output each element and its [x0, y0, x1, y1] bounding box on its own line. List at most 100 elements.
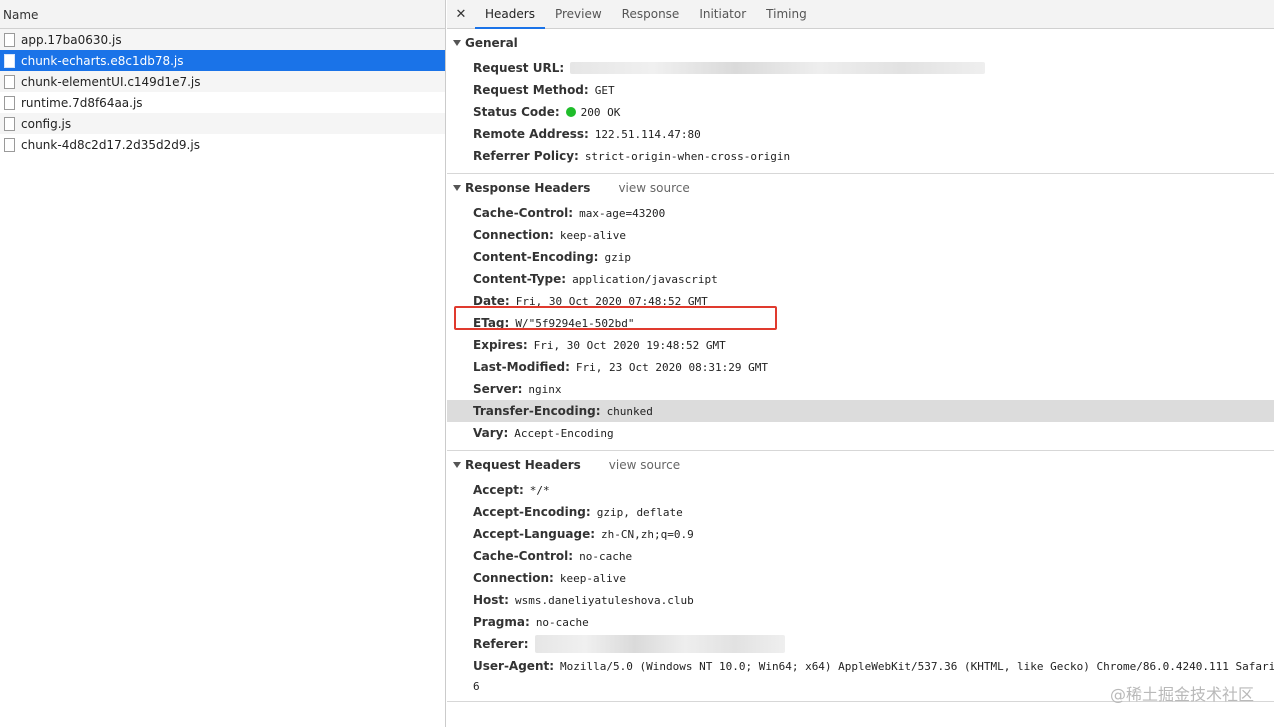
file-icon — [4, 74, 15, 89]
section-title: General — [465, 36, 518, 50]
header-row: Cache-Control: max-age=43200 — [447, 202, 1274, 224]
tab-response[interactable]: Response — [612, 0, 690, 28]
header-row: Connection: keep-alive — [447, 224, 1274, 246]
file-row[interactable]: chunk-elementUI.c149d1e7.js — [0, 71, 445, 92]
header-value: Fri, 30 Oct 2020 07:48:52 GMT — [515, 294, 708, 308]
file-icon — [4, 116, 15, 131]
header-key: Request URL: — [473, 61, 565, 75]
header-value: strict-origin-when-cross-origin — [584, 149, 791, 163]
header-key: Cache-Control: — [473, 206, 574, 220]
header-key: Date: — [473, 294, 510, 308]
header-row: Remote Address: 122.51.114.47:80 — [447, 123, 1274, 145]
response-headers-toggle[interactable]: Response Headers view source — [447, 174, 1274, 202]
blurred-referer — [534, 635, 785, 653]
watermark: @稀土掘金技术社区 — [1109, 685, 1254, 704]
file-row[interactable]: runtime.7d8f64aa.js — [0, 92, 445, 113]
view-source-link[interactable]: view source — [618, 181, 689, 195]
header-key: Connection: — [473, 571, 554, 585]
header-row: Connection: keep-alive — [447, 567, 1274, 589]
section-title: Response Headers — [465, 181, 591, 195]
tab-initiator[interactable]: Initiator — [689, 0, 756, 28]
header-value: max-age=43200 — [579, 206, 666, 220]
header-row: Vary: Accept-Encoding — [447, 422, 1274, 444]
tab-timing[interactable]: Timing — [756, 0, 817, 28]
header-row: Last-Modified: Fri, 23 Oct 2020 08:31:29 … — [447, 356, 1274, 378]
header-value: 6 — [473, 679, 480, 693]
header-key: Transfer-Encoding: — [473, 404, 601, 418]
blurred-url — [570, 62, 986, 74]
header-key: Last-Modified: — [473, 360, 570, 374]
file-name: chunk-4d8c2d17.2d35d2d9.js — [21, 137, 200, 152]
header-key: ETag: — [473, 316, 510, 330]
header-key: Referer: — [473, 637, 529, 651]
file-name: app.17ba0630.js — [21, 32, 122, 47]
header-row-hover: Transfer-Encoding: chunked — [447, 400, 1274, 422]
file-name: runtime.7d8f64aa.js — [21, 95, 143, 110]
header-row-etag: ETag: W/"5f9294e1-502bd" — [447, 312, 1274, 334]
file-name: chunk-elementUI.c149d1e7.js — [21, 74, 201, 89]
file-row[interactable]: app.17ba0630.js — [0, 29, 445, 50]
name-column-header[interactable]: Name — [0, 0, 445, 29]
header-key: Accept: — [473, 483, 524, 497]
header-row: Content-Encoding: gzip — [447, 246, 1274, 268]
status-ok-icon — [565, 107, 576, 117]
header-key: Expires: — [473, 338, 528, 352]
headers-detail-panel: ✕ Headers Preview Response Initiator Tim… — [447, 0, 1274, 727]
header-key: User-Agent: — [473, 659, 555, 673]
header-row: Request Method: GET — [447, 79, 1274, 101]
file-icon — [4, 53, 15, 68]
header-value: Fri, 23 Oct 2020 08:31:29 GMT — [575, 360, 768, 374]
header-value: keep-alive — [559, 571, 627, 585]
header-value: no-cache — [535, 615, 589, 629]
close-icon[interactable]: ✕ — [447, 0, 475, 28]
header-row: Accept-Encoding: gzip, deflate — [447, 501, 1274, 523]
triangle-down-icon — [453, 185, 461, 191]
file-name: chunk-echarts.e8c1db78.js — [21, 53, 184, 68]
header-value: W/"5f9294e1-502bd" — [515, 316, 635, 330]
header-row: Status Code: 200 OK — [447, 101, 1274, 123]
header-value: nginx — [528, 382, 562, 396]
header-key: Cache-Control: — [473, 549, 574, 563]
section-title: Request Headers — [465, 458, 581, 472]
header-key: Pragma: — [473, 615, 530, 629]
file-name: config.js — [21, 116, 72, 131]
header-row: Expires: Fri, 30 Oct 2020 19:48:52 GMT — [447, 334, 1274, 356]
header-value: chunked — [606, 404, 653, 418]
header-value: gzip, deflate — [596, 505, 683, 519]
general-section: General Request URL: Request Method: GET… — [447, 29, 1274, 174]
request-headers-section: Request Headers view source Accept: */* A… — [447, 451, 1274, 702]
file-row-selected[interactable]: chunk-echarts.e8c1db78.js — [0, 50, 445, 71]
header-key: Connection: — [473, 228, 554, 242]
general-section-toggle[interactable]: General — [447, 29, 1274, 57]
triangle-down-icon — [453, 40, 461, 46]
header-key: Accept-Encoding: — [473, 505, 591, 519]
header-row: Content-Type: application/javascript — [447, 268, 1274, 290]
header-value: keep-alive — [559, 228, 627, 242]
header-key: Referrer Policy: — [473, 149, 579, 163]
header-row: Cache-Control: no-cache — [447, 545, 1274, 567]
header-key: Request Method: — [473, 83, 589, 97]
header-value: application/javascript — [572, 272, 718, 286]
header-row: Request URL: — [447, 57, 1274, 79]
request-headers-toggle[interactable]: Request Headers view source — [447, 451, 1274, 479]
tab-preview[interactable]: Preview — [545, 0, 612, 28]
header-row: Host: wsms.daneliyatuleshova.club — [447, 589, 1274, 611]
header-value: no-cache — [579, 549, 633, 563]
header-key: Content-Type: — [473, 272, 567, 286]
view-source-link[interactable]: view source — [609, 458, 680, 472]
header-row: Server: nginx — [447, 378, 1274, 400]
header-key: Accept-Language: — [473, 527, 596, 541]
header-key: Server: — [473, 382, 523, 396]
header-row: Pragma: no-cache — [447, 611, 1274, 633]
file-icon — [4, 32, 15, 47]
header-value: Accept-Encoding — [514, 426, 614, 440]
header-key: Remote Address: — [473, 127, 589, 141]
file-icon — [4, 137, 15, 152]
detail-tab-bar: ✕ Headers Preview Response Initiator Tim… — [447, 0, 1274, 29]
file-row[interactable]: chunk-4d8c2d17.2d35d2d9.js — [0, 134, 445, 155]
header-value: Fri, 30 Oct 2020 19:48:52 GMT — [533, 338, 726, 352]
file-row[interactable]: config.js — [0, 113, 445, 134]
tab-headers[interactable]: Headers — [475, 0, 545, 29]
header-row: Accept-Language: zh-CN,zh;q=0.9 — [447, 523, 1274, 545]
header-value: GET — [594, 83, 615, 97]
